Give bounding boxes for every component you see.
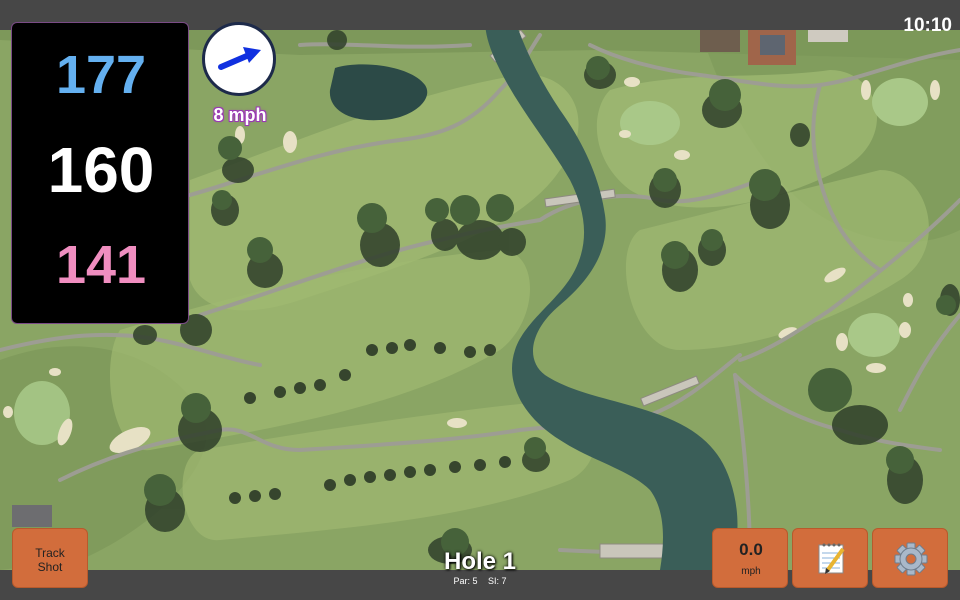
speed-unit: mph [741, 566, 761, 577]
gear-icon [894, 542, 928, 576]
clock: 10:10 [903, 15, 952, 36]
golf-gps-screen: 10:10 177 160 141 8 mph Track Shot Hole … [0, 0, 960, 600]
speed-button[interactable]: 0.0 mph [712, 528, 788, 588]
hole-stroke-index: SI: 7 [488, 576, 507, 586]
track-shot-button[interactable]: Track Shot [12, 528, 88, 588]
hole-info: Par: 5 SI: 7 [380, 576, 580, 586]
hole-par: Par: 5 [453, 576, 478, 586]
wind-speed: 8 mph [213, 105, 267, 125]
arrow-up-right-icon [218, 47, 261, 70]
distance-center: 160 [47, 134, 155, 206]
speed-value: 0.0 [739, 540, 763, 559]
track-shot-label-line1: Track [35, 546, 65, 560]
distance-front: 141 [55, 235, 147, 295]
settings-button[interactable] [872, 528, 948, 588]
track-shot-label-line2: Shot [37, 560, 63, 574]
wind-indicator [202, 22, 276, 96]
notepad-icon [818, 543, 845, 574]
notes-button[interactable] [792, 528, 868, 588]
distance-back: 177 [55, 45, 147, 105]
distance-panel: 177 160 141 [11, 22, 189, 324]
hole-title: Hole 1 [443, 548, 517, 575]
